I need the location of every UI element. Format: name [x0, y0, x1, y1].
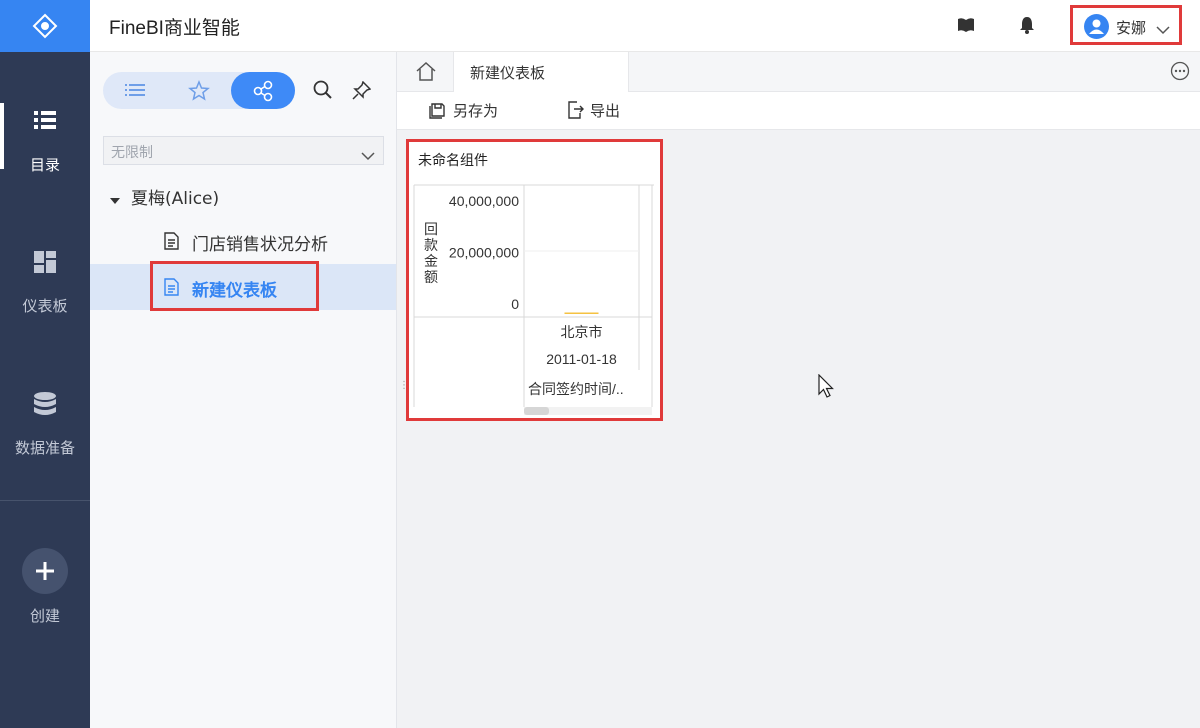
scrollbar-thumb[interactable] — [524, 407, 549, 415]
chart-widget[interactable]: 未命名组件 回款金额 40,000,000 20,000,000 0 北京市 2011… — [406, 139, 663, 421]
star-icon — [188, 80, 210, 101]
plus-icon — [36, 562, 54, 580]
export-label: 导出 — [590, 102, 621, 120]
favorites-button[interactable] — [167, 72, 231, 109]
nav-item-data-prep[interactable]: 数据准备 — [0, 392, 90, 492]
export-icon — [566, 101, 584, 123]
home-tab[interactable] — [397, 52, 453, 92]
share-icon — [253, 80, 273, 102]
create-label: 创建 — [29, 607, 60, 625]
dashboard-canvas: ⋮ 未命名组件 回款金额 40,000,000 20,000,000 0 北京市 20… — [397, 130, 1200, 728]
tree-folder-alice[interactable]: 夏梅(Alice) — [90, 172, 396, 218]
y-tick-label: 0 — [511, 296, 519, 312]
save-as-label: 另存为 — [453, 102, 499, 120]
avatar — [1084, 14, 1109, 39]
chevron-down-icon — [1156, 20, 1170, 39]
left-nav: 目录 仪表板 数据准备 创建 — [0, 0, 90, 728]
dashboard-toolbar: 另存为 导出 — [397, 92, 1200, 130]
home-icon — [416, 61, 436, 81]
nav-divider — [0, 500, 90, 501]
user-icon — [1089, 19, 1104, 34]
search-icon[interactable] — [313, 80, 333, 104]
view-switcher — [103, 72, 295, 109]
selection-highlight-box — [150, 261, 319, 311]
nav-item-dashboard[interactable]: 仪表板 — [0, 250, 90, 350]
shared-button[interactable] — [231, 72, 295, 109]
tree-item-store-sales[interactable]: 门店销售状况分析 — [90, 218, 396, 264]
tab-bar: 新建仪表板 — [397, 52, 1200, 92]
scope-filter-value: 无限制 — [111, 145, 153, 161]
chevron-down-icon — [361, 146, 375, 165]
catalog-panel: 无限制 夏梅(Alice) 门店销售状况分析 新建仪表板 — [90, 52, 397, 728]
x-subcategory-label: 2011-01-18 — [546, 351, 617, 367]
dashboard-icon — [33, 250, 57, 274]
list-view-icon — [125, 84, 145, 96]
user-name: 安娜 — [1116, 19, 1147, 37]
finebi-logo-icon[interactable] — [0, 0, 90, 52]
tab-label: 新建仪表板 — [470, 64, 546, 82]
export-button[interactable]: 导出 — [566, 99, 630, 123]
save-icon — [429, 101, 447, 123]
create-button[interactable] — [22, 548, 68, 594]
list-view-button[interactable] — [103, 72, 167, 109]
nav-label-dashboard: 仪表板 — [22, 297, 68, 315]
bar-chart: 回款金额 40,000,000 20,000,000 0 北京市 2011-01-18… — [413, 184, 654, 415]
bell-icon[interactable] — [1019, 16, 1035, 38]
y-axis-label: 回款金额 — [424, 221, 438, 285]
caret-down-icon — [110, 190, 120, 209]
nav-label-catalog: 目录 — [29, 156, 60, 174]
database-icon — [33, 392, 57, 416]
y-tick-label: 20,000,000 — [449, 245, 519, 261]
user-menu[interactable]: 安娜 — [1070, 5, 1182, 45]
folder-label: 夏梅(Alice) — [131, 189, 220, 209]
save-as-button[interactable]: 另存为 — [429, 99, 509, 123]
more-options-icon[interactable] — [1170, 61, 1190, 81]
nav-label-data-prep: 数据准备 — [14, 439, 75, 457]
mouse-cursor-icon — [818, 373, 836, 404]
scope-filter-select[interactable]: 无限制 — [103, 136, 384, 165]
document-icon — [164, 232, 179, 254]
nav-item-catalog[interactable]: 目录 — [0, 108, 90, 208]
tab-new-dashboard[interactable]: 新建仪表板 — [453, 52, 629, 92]
tree-item-label: 门店销售状况分析 — [192, 235, 328, 255]
list-icon — [33, 108, 57, 132]
top-bar: FineBI商业智能 安娜 — [90, 0, 1200, 52]
bar[interactable] — [564, 312, 599, 315]
pin-icon[interactable] — [352, 80, 372, 104]
help-book-icon[interactable] — [957, 17, 975, 37]
x-axis-label: 合同签约时间/.. — [528, 381, 624, 397]
x-category-label: 北京市 — [561, 324, 603, 340]
y-tick-label: 40,000,000 — [449, 193, 519, 209]
app-title: FineBI商业智能 — [109, 18, 240, 39]
